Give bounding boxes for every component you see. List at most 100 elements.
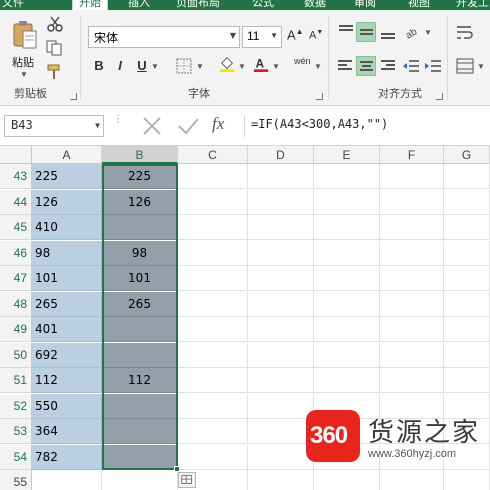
row-header[interactable]: 48 [0, 292, 32, 317]
cell-a[interactable]: 126 [32, 190, 102, 215]
cell-f[interactable] [380, 343, 444, 368]
font-launcher-icon[interactable] [316, 93, 323, 100]
cell-c[interactable] [178, 394, 248, 419]
cell-e[interactable] [314, 317, 380, 342]
cell-g[interactable] [444, 164, 490, 189]
cell-f[interactable] [380, 266, 444, 291]
increase-indent-icon[interactable] [424, 58, 442, 74]
increase-font-size-button[interactable]: A▲ [287, 27, 304, 42]
row-header[interactable]: 44 [0, 190, 32, 215]
cell-d[interactable] [248, 241, 314, 266]
chevron-down-icon[interactable]: ▼ [151, 62, 159, 71]
cell-a[interactable]: 782 [32, 445, 102, 470]
font-size-select[interactable]: 11 ▼ [242, 26, 282, 48]
cell-f[interactable] [380, 164, 444, 189]
cell-b[interactable]: 101 [102, 266, 178, 291]
underline-button[interactable]: U [136, 56, 148, 76]
cell-b[interactable] [102, 394, 178, 419]
tab-view[interactable]: 视图 [408, 0, 430, 10]
chevron-down-icon[interactable]: ▼ [196, 62, 204, 71]
tab-data[interactable]: 数据 [304, 0, 326, 10]
cell-a[interactable]: 692 [32, 343, 102, 368]
chevron-down-icon[interactable]: ▼ [424, 28, 432, 37]
clipboard-launcher-icon[interactable] [70, 93, 77, 100]
cell-d[interactable] [248, 164, 314, 189]
cell-e[interactable] [314, 343, 380, 368]
row-header[interactable]: 53 [0, 419, 32, 444]
border-icon[interactable] [176, 58, 194, 74]
format-painter-icon[interactable] [46, 64, 64, 80]
tab-home[interactable]: 开始 [72, 0, 108, 10]
cell-f[interactable] [380, 368, 444, 393]
cell-e[interactable] [314, 266, 380, 291]
column-header-g[interactable]: G [444, 146, 490, 164]
cell-b[interactable]: 126 [102, 190, 178, 215]
column-header-f[interactable]: F [380, 146, 444, 164]
cell-b[interactable] [102, 445, 178, 470]
row-header[interactable]: 54 [0, 445, 32, 470]
cell-b[interactable]: 265 [102, 292, 178, 317]
tab-formulas[interactable]: 公式 [252, 0, 274, 10]
row-header[interactable]: 49 [0, 317, 32, 342]
row-header[interactable]: 45 [0, 215, 32, 240]
cell-f[interactable] [380, 292, 444, 317]
tab-insert[interactable]: 插入 [128, 0, 150, 10]
row-header[interactable]: 55 [0, 470, 32, 490]
cell-a[interactable]: 265 [32, 292, 102, 317]
decrease-font-size-button[interactable]: A▼ [309, 29, 323, 42]
formula-input[interactable]: =IF(A43<300,A43,"") [244, 115, 490, 137]
cell-a[interactable]: 101 [32, 266, 102, 291]
column-header-a[interactable]: A [32, 146, 102, 164]
cell-g[interactable] [444, 343, 490, 368]
merge-center-icon[interactable] [456, 58, 474, 74]
chevron-down-icon[interactable]: ▼ [314, 62, 322, 71]
cell-e[interactable] [314, 470, 380, 490]
cell-d[interactable] [248, 419, 314, 444]
cell-d[interactable] [248, 445, 314, 470]
insert-function-button[interactable]: fx [212, 114, 224, 134]
cell-b[interactable] [102, 419, 178, 444]
cell-c[interactable] [178, 445, 248, 470]
cell-c[interactable] [178, 190, 248, 215]
cell-a[interactable]: 550 [32, 394, 102, 419]
cell-e[interactable] [314, 368, 380, 393]
cell-c[interactable] [178, 343, 248, 368]
tab-file[interactable]: 文件 [2, 0, 24, 10]
font-color-icon[interactable]: A [252, 56, 270, 72]
cell-f[interactable] [380, 470, 444, 490]
cell-c[interactable] [178, 215, 248, 240]
column-header-d[interactable]: D [248, 146, 314, 164]
cell-g[interactable] [444, 317, 490, 342]
cell-d[interactable] [248, 317, 314, 342]
tab-page-layout[interactable]: 页面布局 [176, 0, 220, 10]
row-header[interactable]: 52 [0, 394, 32, 419]
cell-a[interactable]: 410 [32, 215, 102, 240]
top-align-button[interactable] [336, 22, 356, 42]
cancel-icon[interactable] [140, 116, 164, 136]
cell-b[interactable]: 225 [102, 164, 178, 189]
chevron-down-icon[interactable]: ▼ [477, 62, 485, 71]
cell-c[interactable] [178, 368, 248, 393]
cell-d[interactable] [248, 190, 314, 215]
row-header[interactable]: 47 [0, 266, 32, 291]
cell-d[interactable] [248, 470, 314, 490]
cell-e[interactable] [314, 164, 380, 189]
cell-c[interactable] [178, 164, 248, 189]
cell-b[interactable]: 112 [102, 368, 178, 393]
align-left-button[interactable] [336, 56, 356, 76]
fill-color-icon[interactable] [218, 56, 236, 72]
cell-g[interactable] [444, 215, 490, 240]
cell-d[interactable] [248, 266, 314, 291]
row-header[interactable]: 46 [0, 241, 32, 266]
cell-a[interactable]: 401 [32, 317, 102, 342]
tab-developer[interactable]: 开发工 [456, 0, 489, 10]
cell-a[interactable]: 98 [32, 241, 102, 266]
cell-a[interactable] [32, 470, 102, 490]
cell-a[interactable]: 225 [32, 164, 102, 189]
tab-review[interactable]: 审阅 [354, 0, 376, 10]
align-center-button[interactable] [356, 56, 376, 76]
bold-button[interactable]: B [92, 56, 106, 76]
row-header[interactable]: 51 [0, 368, 32, 393]
cell-b[interactable] [102, 470, 178, 490]
phonetic-guide-button[interactable]: wén [294, 56, 311, 66]
